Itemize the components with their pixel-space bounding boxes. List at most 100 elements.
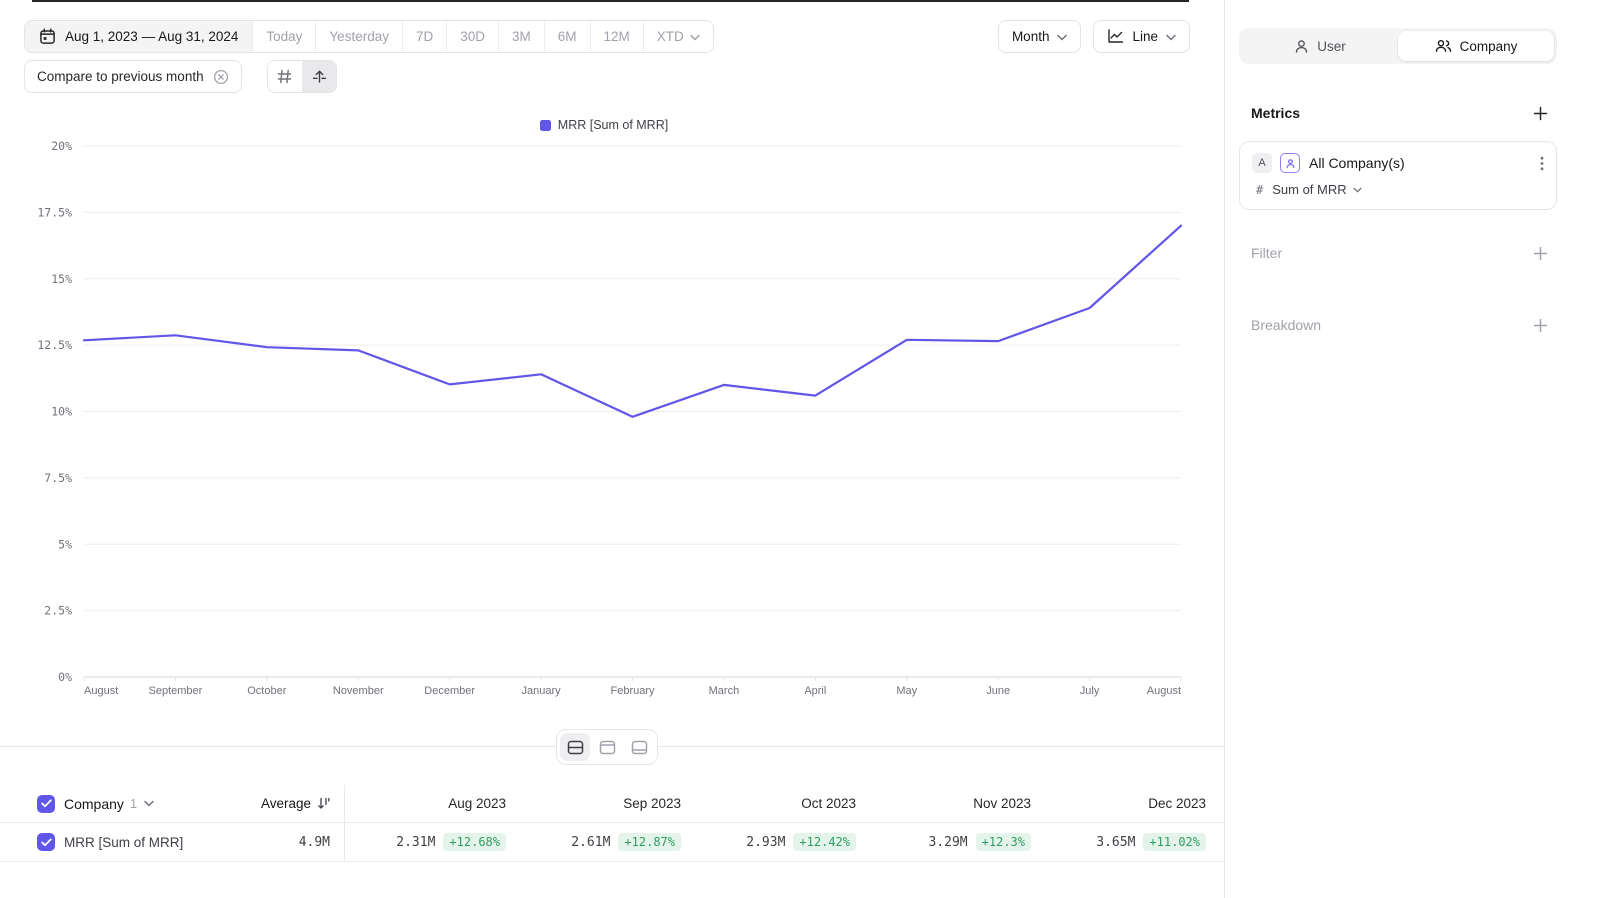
data-table: Company 1 Average Aug 2023Sep 2023Oct 20… xyxy=(0,785,1224,862)
svg-text:0%: 0% xyxy=(58,670,72,684)
table-cell: 2.61M+12.87% xyxy=(520,823,695,861)
column-header[interactable]: Dec 2023 xyxy=(1045,785,1220,822)
filter-heading: Filter xyxy=(1251,245,1282,261)
average-column-header[interactable]: Average xyxy=(261,796,330,811)
date-range-button[interactable]: Aug 1, 2023 — Aug 31, 2024 xyxy=(25,21,252,52)
column-header[interactable]: Nov 2023 xyxy=(870,785,1045,822)
sort-icon xyxy=(317,797,330,810)
svg-text:December: December xyxy=(424,685,475,697)
metric-aggregation-row[interactable]: # Sum of MRR xyxy=(1252,182,1544,197)
add-breakdown-button[interactable] xyxy=(1533,318,1548,333)
date-range-group: Aug 1, 2023 — Aug 31, 2024 TodayYesterda… xyxy=(24,20,714,53)
cell-value: 2.93M xyxy=(746,835,785,850)
line-chart-icon xyxy=(1107,29,1124,44)
svg-text:January: January xyxy=(522,685,562,697)
metric-options-kebab-icon[interactable] xyxy=(1540,156,1544,171)
entity-tabs: User Company xyxy=(1239,28,1557,64)
metric-series-badge: A xyxy=(1252,153,1272,173)
table-row-cells: 2.31M+12.68%2.61M+12.87%2.93M+12.42%3.29… xyxy=(345,823,1224,861)
svg-text:June: June xyxy=(986,685,1010,697)
tab-user[interactable]: User xyxy=(1242,31,1398,61)
toolbar-secondary: Compare to previous month xyxy=(24,60,337,93)
metrics-heading: Metrics xyxy=(1251,105,1300,121)
select-all-checkbox[interactable] xyxy=(37,795,55,813)
metrics-header-row: Metrics xyxy=(1251,105,1548,121)
user-icon xyxy=(1294,39,1309,54)
legend-label: MRR [Sum of MRR] xyxy=(558,118,668,132)
granularity-label: Month xyxy=(1012,29,1050,44)
table-row[interactable]: MRR [Sum of MRR] 4.9M 2.31M+12.68%2.61M+… xyxy=(0,823,1224,862)
company-avatar-icon xyxy=(1280,153,1300,173)
metric-card[interactable]: A All Company(s) # Sum of MRR xyxy=(1239,141,1557,210)
date-range-label: Aug 1, 2023 — Aug 31, 2024 xyxy=(65,29,238,44)
aggregation-label: Sum of MRR xyxy=(1272,182,1346,197)
column-header[interactable]: Aug 2023 xyxy=(345,785,520,822)
table-header-left: Company 1 Average xyxy=(0,785,345,822)
entity-column-label[interactable]: Company xyxy=(64,796,124,812)
svg-text:17.5%: 17.5% xyxy=(37,205,72,219)
tab-company[interactable]: Company xyxy=(1398,31,1554,61)
svg-text:October: October xyxy=(247,685,286,697)
metric-row-label: MRR [Sum of MRR] xyxy=(64,835,183,850)
add-filter-button[interactable] xyxy=(1533,246,1548,261)
metric-row-left: MRR [Sum of MRR] 4.9M xyxy=(0,823,345,861)
layout-split-view-button[interactable] xyxy=(560,733,590,761)
chart-type-dropdown[interactable]: Line xyxy=(1093,20,1190,53)
granularity-dropdown[interactable]: Month xyxy=(998,20,1082,53)
filter-row: Filter xyxy=(1251,245,1548,261)
remove-compare-icon[interactable] xyxy=(213,69,229,85)
svg-text:August: August xyxy=(1147,685,1181,697)
row-checkbox[interactable] xyxy=(37,833,55,851)
column-header[interactable]: Oct 2023 xyxy=(695,785,870,822)
quick-range-today-button[interactable]: Today xyxy=(252,21,315,52)
split-view-icon xyxy=(567,740,584,755)
table-cell: 2.31M+12.68% xyxy=(345,823,520,861)
compare-chip-label: Compare to previous month xyxy=(37,69,204,84)
layout-table-only-button[interactable] xyxy=(624,733,654,761)
config-sidebar: User Company Metrics A All Com xyxy=(1224,0,1600,898)
average-value: 4.9M xyxy=(299,835,330,850)
chevron-down-icon[interactable] xyxy=(144,800,154,807)
quick-range-yesterday-button[interactable]: Yesterday xyxy=(315,21,402,52)
quick-range-12m-button[interactable]: 12M xyxy=(590,21,643,52)
table-cell: 3.65M+11.02% xyxy=(1045,823,1220,861)
svg-text:12.5%: 12.5% xyxy=(37,338,72,352)
quick-range-6m-button[interactable]: 6M xyxy=(544,21,590,52)
table-cell: 2.93M+12.42% xyxy=(695,823,870,861)
average-label: Average xyxy=(261,796,311,811)
svg-text:March: March xyxy=(709,685,740,697)
arrow-up-from-line-icon xyxy=(312,69,327,84)
compare-chip[interactable]: Compare to previous month xyxy=(24,60,242,93)
metric-entity-name: All Company(s) xyxy=(1309,155,1405,171)
xtd-button[interactable]: XTD xyxy=(643,21,713,52)
entity-count: 1 xyxy=(130,796,137,811)
grid-toggle-button[interactable] xyxy=(268,61,302,92)
line-chart[interactable]: 0%2.5%5%7.5%10%12.5%15%17.5%20%AugustSep… xyxy=(24,140,1184,708)
table-only-icon xyxy=(631,740,648,755)
svg-text:20%: 20% xyxy=(51,140,72,153)
svg-text:November: November xyxy=(333,685,384,697)
svg-text:15%: 15% xyxy=(51,272,72,286)
quick-range-3m-button[interactable]: 3M xyxy=(498,21,544,52)
svg-text:7.5%: 7.5% xyxy=(44,471,72,485)
table-column-headers: Aug 2023Sep 2023Oct 2023Nov 2023Dec 2023 xyxy=(345,785,1224,822)
chart-display-toggles xyxy=(267,60,337,93)
chevron-down-icon xyxy=(690,29,700,44)
svg-text:May: May xyxy=(896,685,917,697)
cell-value: 3.65M xyxy=(1096,835,1135,850)
svg-text:April: April xyxy=(804,685,826,697)
chevron-down-icon xyxy=(1353,187,1362,193)
chart-legend[interactable]: MRR [Sum of MRR] xyxy=(24,118,1184,132)
svg-text:August: August xyxy=(84,685,118,697)
metric-card-header: A All Company(s) xyxy=(1252,153,1544,173)
table-header-row: Company 1 Average Aug 2023Sep 2023Oct 20… xyxy=(0,785,1224,823)
quick-range-7d-button[interactable]: 7D xyxy=(402,21,446,52)
svg-text:10%: 10% xyxy=(51,405,72,419)
column-header[interactable]: Sep 2023 xyxy=(520,785,695,822)
growth-toggle-button[interactable] xyxy=(302,61,336,92)
layout-chart-only-button[interactable] xyxy=(592,733,622,761)
add-metric-button[interactable] xyxy=(1533,106,1548,121)
svg-text:5%: 5% xyxy=(58,537,72,551)
quick-range-30d-button[interactable]: 30D xyxy=(446,21,498,52)
cell-value: 2.31M xyxy=(396,835,435,850)
